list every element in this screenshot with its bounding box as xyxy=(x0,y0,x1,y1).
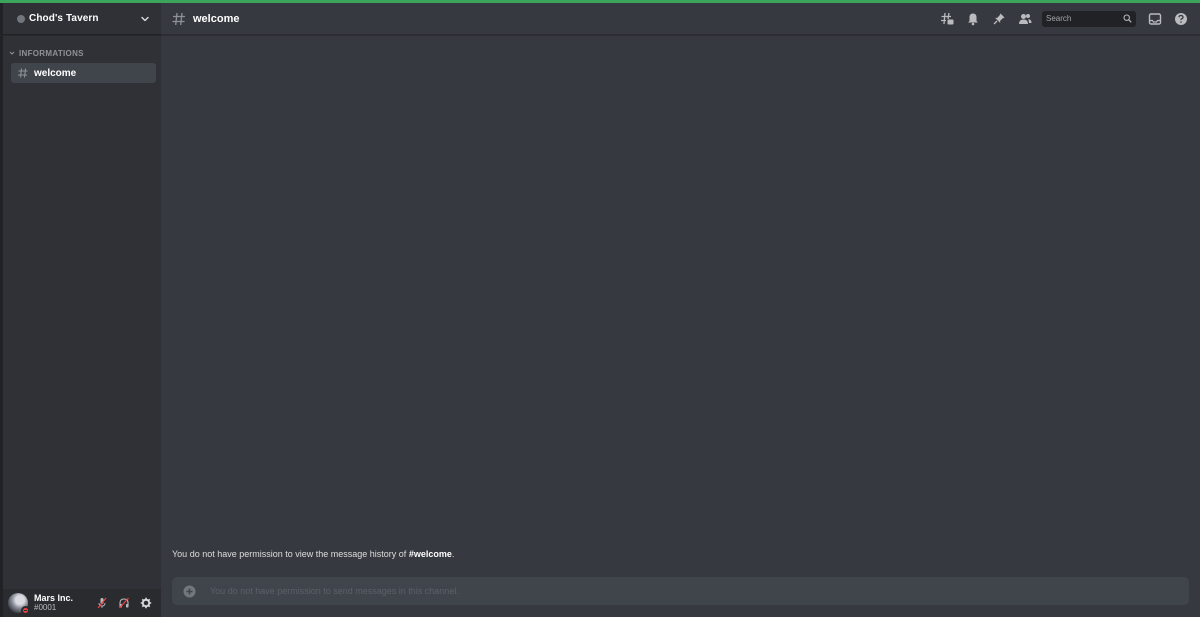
category-informations[interactable]: INFORMATIONS xyxy=(3,35,161,58)
dnd-status-icon xyxy=(21,606,30,615)
avatar[interactable] xyxy=(8,593,30,615)
hash-icon xyxy=(17,67,29,79)
help-icon[interactable] xyxy=(1172,10,1190,28)
inbox-icon[interactable] xyxy=(1146,10,1164,28)
user-panel: Mars Inc. #0001 xyxy=(3,589,161,617)
history-notice-channel: #welcome xyxy=(408,549,452,559)
add-attachment-icon[interactable] xyxy=(182,584,196,598)
members-icon[interactable] xyxy=(1016,10,1034,28)
pin-icon[interactable] xyxy=(990,10,1008,28)
history-notice-text: You do not have permission to view the m… xyxy=(172,549,409,559)
search-icon[interactable] xyxy=(1123,14,1132,23)
threads-icon[interactable] xyxy=(938,10,956,28)
server-header[interactable]: Chod's Tavern xyxy=(3,3,161,35)
sidebar-channel-welcome[interactable]: welcome xyxy=(11,63,156,83)
search-box[interactable]: Search xyxy=(1042,10,1136,27)
history-notice-suffix: . xyxy=(451,549,455,559)
headphones-deafened-icon[interactable] xyxy=(113,592,135,614)
username: Mars Inc. xyxy=(34,593,74,603)
category-label: INFORMATIONS xyxy=(19,48,84,58)
chat-area: welcome Search You do not have permissio… xyxy=(161,3,1200,617)
message-input[interactable] xyxy=(208,585,1179,597)
app: Chod's Tavern INFORMATIONS welcome Mars … xyxy=(0,3,1200,617)
chat-header: welcome Search xyxy=(161,3,1200,35)
caret-down-icon xyxy=(9,49,17,57)
history-permission-notice: You do not have permission to view the m… xyxy=(172,549,454,559)
mic-muted-icon[interactable] xyxy=(91,592,113,614)
server-status-icon xyxy=(17,14,25,23)
user-tag: #0001 xyxy=(34,603,57,612)
channel-sidebar: Chod's Tavern INFORMATIONS welcome Mars … xyxy=(3,3,161,617)
search-input[interactable]: Search xyxy=(1046,14,1123,23)
chevron-down-icon[interactable] xyxy=(139,13,151,25)
user-info[interactable]: Mars Inc. #0001 xyxy=(34,593,91,613)
server-name: Chod's Tavern xyxy=(29,13,99,24)
channel-title: welcome xyxy=(193,12,240,25)
hash-icon xyxy=(171,11,187,27)
channel-label: welcome xyxy=(34,67,77,79)
message-composer xyxy=(172,577,1189,605)
gear-icon[interactable] xyxy=(135,592,157,614)
bell-icon[interactable] xyxy=(964,10,982,28)
